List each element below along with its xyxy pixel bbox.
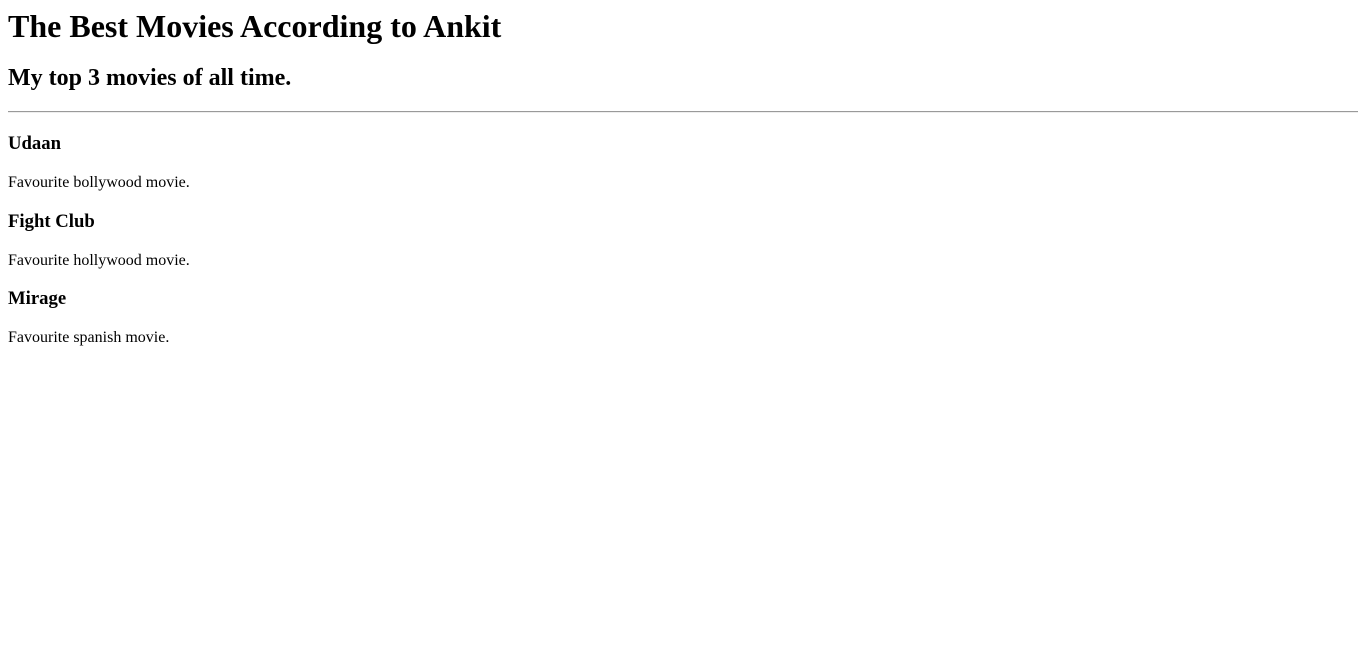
movie-description: Favourite hollywood movie. xyxy=(8,251,190,269)
page: The Best Movies According to Ankit My to… xyxy=(0,0,1366,647)
movie-title: Fight Club xyxy=(8,210,95,232)
movie-description: Favourite bollywood movie. xyxy=(8,174,190,191)
movie-title: Mirage xyxy=(8,288,67,309)
page-subtitle: My top 3 movies of all time. xyxy=(8,65,292,91)
movie-item-fight-club: Fight Club Favourite hollywood movie. xyxy=(8,211,1358,289)
movie-description: Favourite spanish movie. xyxy=(8,329,170,346)
horizontal-divider xyxy=(8,111,1358,113)
movie-list: Udaan Favourite bollywood movie. Fight C… xyxy=(8,133,1358,366)
movie-title: Udaan xyxy=(8,133,62,154)
movie-item-mirage: Mirage Favourite spanish movie. xyxy=(8,288,1358,366)
movie-item-udaan: Udaan Favourite bollywood movie. xyxy=(8,133,1358,211)
page-title: The Best Movies According to Ankit xyxy=(8,8,502,44)
